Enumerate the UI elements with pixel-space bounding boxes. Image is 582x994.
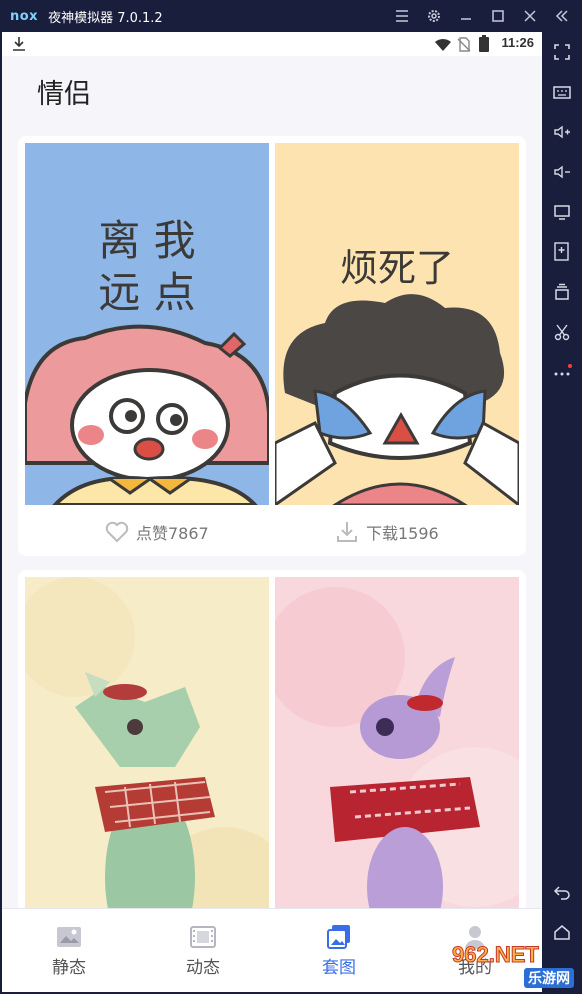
window-title: 夜神模拟器 7.0.1.2 [48, 10, 163, 26]
volume-up-icon[interactable] [550, 120, 574, 144]
download-count: 下载1596 [366, 524, 439, 543]
page-title: 情侣 [37, 79, 91, 110]
nav-item-dynamic[interactable]: 动态 [158, 923, 248, 978]
watermark-text: 962.NET [452, 942, 540, 968]
wallpaper-image-left[interactable]: 离 我 远 点 [25, 143, 269, 505]
like-count: 点赞7867 [136, 524, 209, 543]
settings-gear-icon[interactable] [418, 0, 450, 32]
keyboard-icon[interactable] [550, 80, 574, 104]
emulator-toolbar [542, 32, 582, 994]
download-icon [334, 519, 360, 545]
wallpaper-image-left-2[interactable] [25, 577, 269, 949]
nav-item-static[interactable]: 静态 [24, 923, 114, 978]
right-image-text: 烦死了 [340, 246, 454, 290]
battery-icon [479, 35, 489, 56]
watermark-logo: 962.NET 乐游网 [448, 940, 580, 990]
status-bar: 11:26 [2, 32, 542, 56]
window-controls [386, 0, 578, 32]
left-image-text-line2: 远 点 [98, 268, 195, 317]
heart-icon [104, 519, 130, 545]
no-sim-icon [457, 37, 471, 56]
nav-label-album: 套图 [322, 958, 356, 978]
wallpaper-set-card[interactable]: 离 我 远 点 烦死了 点赞7867 下载1596 [18, 136, 526, 556]
wallpaper-image-right[interactable]: 烦死了 [275, 143, 519, 505]
emulator-window: nox 夜神模拟器 7.0.1.2 11:26 情侣 离 我 远 点 烦死了 点… [0, 0, 582, 994]
status-time: 11:26 [501, 35, 534, 50]
fullscreen-icon[interactable] [550, 40, 574, 64]
watermark-subtext: 乐游网 [524, 968, 574, 988]
menu-icon[interactable] [386, 0, 418, 32]
volume-down-icon[interactable] [550, 160, 574, 184]
wallpaper-image-right-2[interactable] [275, 577, 519, 949]
screen-icon[interactable] [550, 200, 574, 224]
nav-item-album[interactable]: 套图 [294, 923, 384, 978]
like-button[interactable]: 点赞7867 [104, 516, 209, 548]
wallpaper-set-card-2[interactable] [18, 570, 526, 950]
maximize-icon[interactable] [482, 0, 514, 32]
wifi-icon [434, 37, 452, 56]
left-image-text-line1: 离 我 [98, 216, 195, 265]
download-button[interactable]: 下载1596 [334, 516, 439, 548]
image-icon [55, 923, 83, 951]
nav-label-dynamic: 动态 [186, 958, 220, 978]
install-apk-icon[interactable] [550, 240, 574, 264]
scissors-icon[interactable] [550, 320, 574, 344]
page-header: 情侣 [2, 56, 542, 136]
download-status-icon [12, 36, 26, 56]
more-icon[interactable] [550, 360, 574, 384]
phone-screen: 11:26 情侣 离 我 远 点 烦死了 点赞7867 下载1596 静态 动态… [2, 32, 542, 992]
album-icon [325, 923, 353, 951]
collapse-sidebar-icon[interactable] [546, 0, 578, 32]
close-icon[interactable] [514, 0, 546, 32]
back-icon[interactable] [550, 880, 574, 904]
multi-instance-icon[interactable] [550, 280, 574, 304]
minimize-icon[interactable] [450, 0, 482, 32]
nox-logo: nox [10, 8, 39, 24]
film-icon [189, 923, 217, 951]
nav-label-static: 静态 [52, 958, 86, 978]
emulator-titlebar: nox 夜神模拟器 7.0.1.2 [0, 0, 582, 32]
